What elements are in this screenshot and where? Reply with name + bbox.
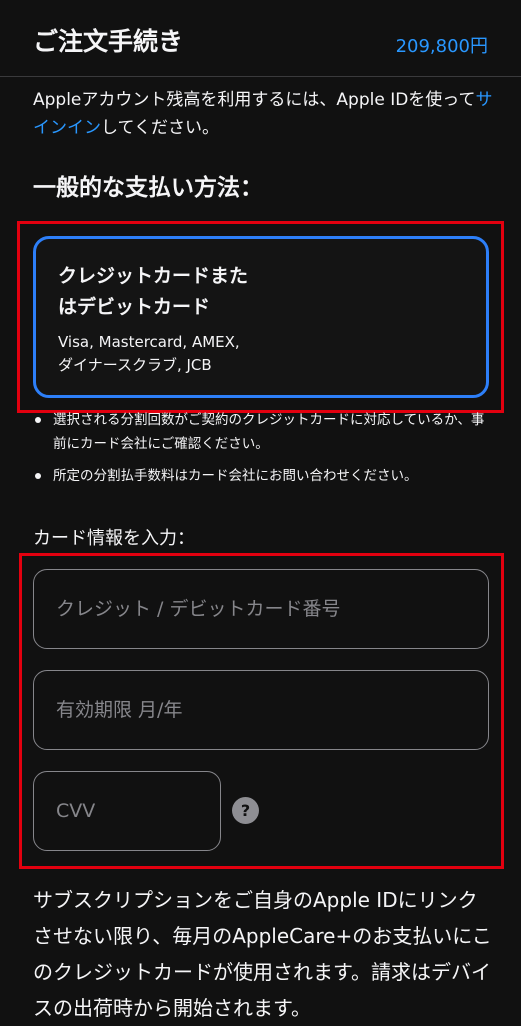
- card-option-title-line2: はデビットカード: [58, 296, 211, 318]
- card-brands-line1: Visa, Mastercard, AMEX,: [58, 333, 240, 351]
- question-circle-icon[interactable]: ?: [232, 797, 259, 824]
- bullet-dot-icon: [35, 473, 41, 479]
- installment-note-text: 選択される分割回数がご契約のクレジットカードに対応しているか、事前にカード会社に…: [53, 412, 485, 452]
- order-total-price[interactable]: 209,800円: [396, 32, 488, 58]
- payment-methods-title: 一般的な支払い方法：: [33, 175, 263, 201]
- installment-notes: 選択される分割回数がご契約のクレジットカードに対応しているか、事前にカード会社に…: [33, 408, 495, 496]
- subscription-notice: サブスクリプションをご自身のApple IDにリンクさせない限り、毎月のAppl…: [33, 888, 492, 1020]
- card-number-field[interactable]: [33, 569, 489, 649]
- card-option-title: クレジットカードまた はデビットカード: [58, 261, 358, 323]
- cvv-field[interactable]: [33, 771, 221, 851]
- bullet-dot-icon: [35, 417, 41, 423]
- credit-debit-card-option[interactable]: クレジットカードまた はデビットカード Visa, Mastercard, AM…: [33, 236, 489, 398]
- card-number-input[interactable]: [34, 570, 488, 648]
- installment-note-text: 所定の分割払手数料はカード会社にお問い合わせください。: [53, 468, 418, 484]
- notice-text-after: してください。: [101, 118, 219, 138]
- page-title: ご注文手続き: [33, 27, 184, 56]
- card-option-title-line1: クレジットカードまた: [58, 265, 249, 287]
- notice-text-before: Appleアカウント残高を利用するには、Apple IDを使って: [33, 90, 476, 110]
- cvv-input[interactable]: [34, 772, 220, 850]
- card-brands-line2: ダイナースクラブ, JCB: [58, 356, 212, 374]
- card-info-label: カード情報を入力：: [33, 528, 195, 549]
- expiry-input[interactable]: [34, 671, 488, 749]
- checkout-header: ご注文手続き 209,800円: [0, 0, 521, 77]
- installment-note-item: 選択される分割回数がご契約のクレジットカードに対応しているか、事前にカード会社に…: [33, 408, 495, 456]
- account-balance-notice: Appleアカウント残高を利用するには、Apple IDを使ってサインインしてく…: [33, 86, 493, 142]
- installment-note-item: 所定の分割払手数料はカード会社にお問い合わせください。: [33, 464, 495, 488]
- card-option-brands: Visa, Mastercard, AMEX, ダイナースクラブ, JCB: [58, 331, 358, 377]
- expiry-field[interactable]: [33, 670, 489, 750]
